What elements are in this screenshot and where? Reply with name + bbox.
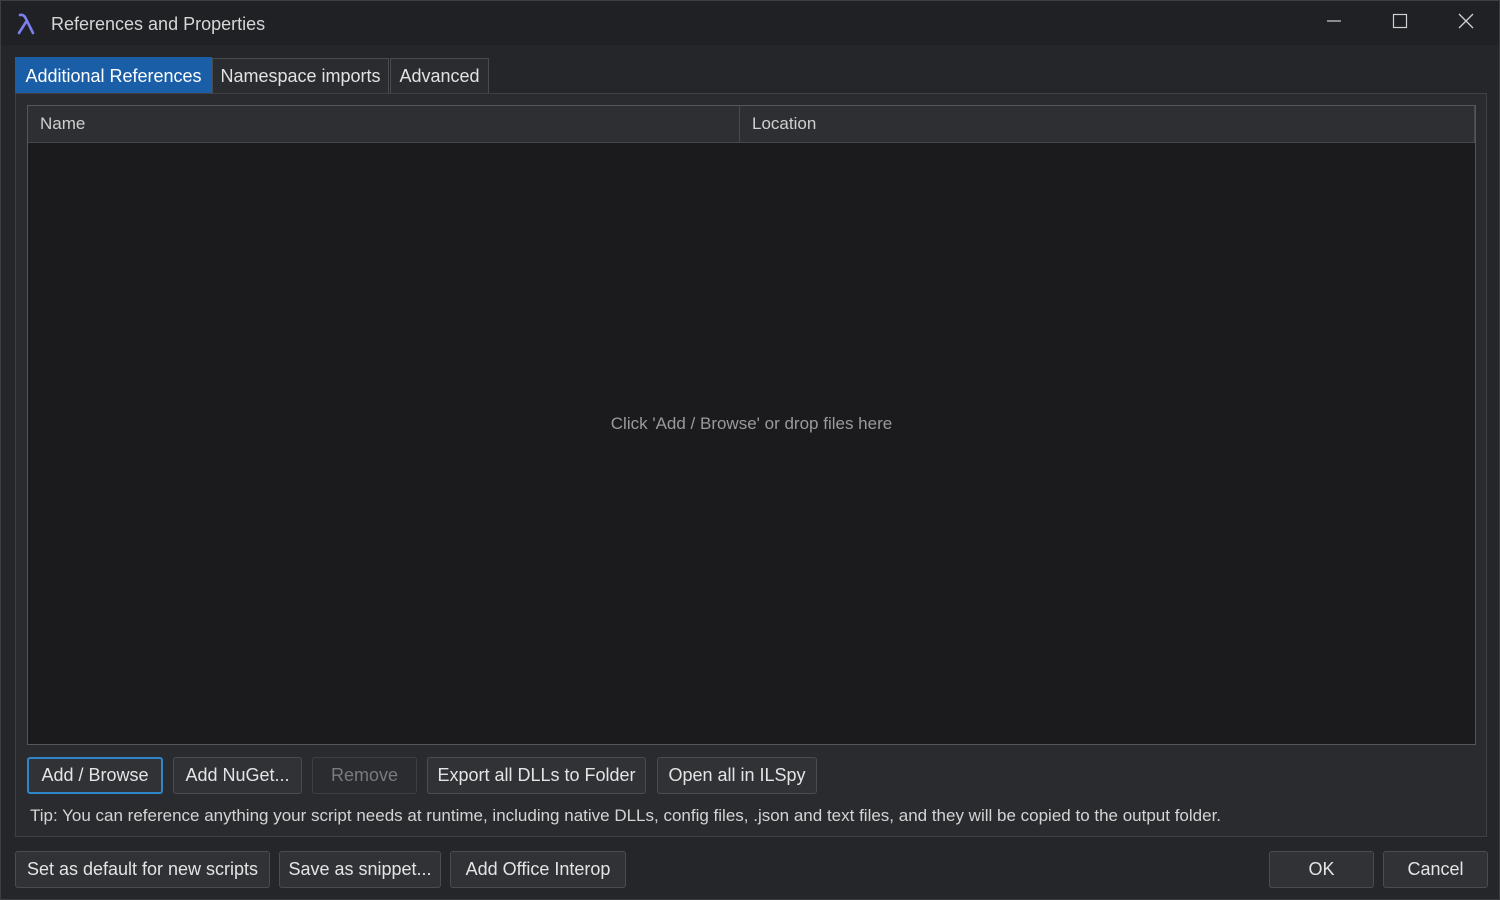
ok-button[interactable]: OK bbox=[1269, 851, 1374, 888]
tip-text: Tip: You can reference anything your scr… bbox=[30, 806, 1222, 825]
minimize-icon bbox=[1326, 13, 1342, 34]
references-dialog: References and Properties Additional Ref… bbox=[0, 0, 1500, 900]
tab-namespace-imports[interactable]: Namespace imports bbox=[212, 58, 389, 93]
title-bar[interactable]: References and Properties bbox=[1, 1, 1499, 45]
tab-advanced[interactable]: Advanced bbox=[390, 58, 489, 93]
open-ilspy-button[interactable]: Open all in ILSpy bbox=[657, 757, 817, 794]
tab-additional-references[interactable]: Additional References bbox=[15, 57, 212, 94]
add-browse-button[interactable]: Add / Browse bbox=[27, 757, 163, 794]
minimize-button[interactable] bbox=[1301, 1, 1367, 45]
empty-list-hint: Click 'Add / Browse' or drop files here bbox=[610, 414, 893, 433]
add-nuget-button[interactable]: Add NuGet... bbox=[173, 757, 302, 794]
cancel-button[interactable]: Cancel bbox=[1383, 851, 1488, 888]
close-icon bbox=[1457, 12, 1475, 35]
remove-button[interactable]: Remove bbox=[312, 757, 417, 794]
window-title: References and Properties bbox=[51, 14, 266, 34]
export-dlls-button[interactable]: Export all DLLs to Folder bbox=[427, 757, 646, 794]
add-office-interop-button[interactable]: Add Office Interop bbox=[450, 851, 626, 888]
save-snippet-button[interactable]: Save as snippet... bbox=[279, 851, 441, 888]
column-header-name[interactable]: Name bbox=[28, 106, 740, 142]
references-list[interactable]: Name Location Click 'Add / Browse' or dr… bbox=[27, 105, 1476, 745]
set-default-button[interactable]: Set as default for new scripts bbox=[15, 851, 270, 888]
tab-panel-additional-references: Name Location Click 'Add / Browse' or dr… bbox=[15, 93, 1487, 837]
close-button[interactable] bbox=[1433, 1, 1499, 45]
linqpad-lambda-icon bbox=[15, 12, 39, 36]
column-header-location[interactable]: Location bbox=[740, 106, 1475, 142]
maximize-button[interactable] bbox=[1367, 1, 1433, 45]
maximize-icon bbox=[1392, 13, 1408, 34]
list-header: Name Location bbox=[28, 106, 1475, 143]
